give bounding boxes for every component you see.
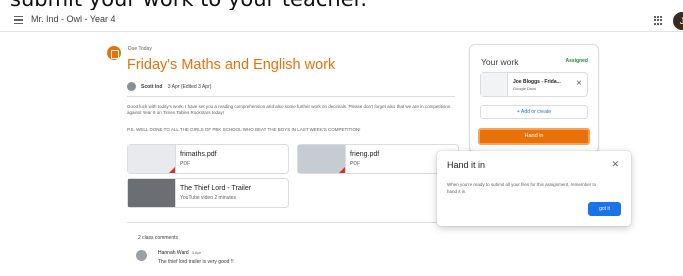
- attached-file[interactable]: Joe Bloggs - Frida... Google Docs ×: [480, 72, 588, 97]
- attachment-name: The Thief Lord - Trailer: [180, 185, 252, 192]
- assignment-note: P.S. WELL DONE TO ALL THE GIRLS OF PBK S…: [127, 127, 361, 132]
- user-avatar[interactable]: J: [673, 12, 683, 30]
- class-comments-label[interactable]: 2 class comments: [138, 235, 178, 241]
- comments-divider: [127, 222, 455, 223]
- commenter-avatar: [136, 250, 147, 261]
- doc-thumbnail: [481, 73, 508, 96]
- menu-icon[interactable]: [14, 16, 23, 25]
- attachment-type: PDF: [350, 161, 360, 167]
- dialog-body: When you're ready to submit all your fil…: [447, 182, 597, 194]
- comment-author: Hannah Ward: [158, 250, 189, 256]
- comment-author-line: Hannah Ward 3 Apr: [158, 250, 201, 256]
- class-title[interactable]: Mr. Ind - Owl - Year 4: [31, 14, 116, 24]
- attachment-type: YouTube video 2 minutes: [180, 195, 237, 201]
- pdf-thumbnail: [128, 145, 176, 173]
- assignment-icon: [107, 46, 121, 60]
- attachment-name: frimaths.pdf: [180, 151, 217, 158]
- apps-grid-icon[interactable]: [654, 16, 663, 25]
- header-divider: [127, 96, 455, 97]
- assignment-title: Friday's Maths and English work: [127, 57, 336, 73]
- your-work-title: Your work: [481, 57, 519, 67]
- comment-date: 3 Apr: [191, 250, 202, 255]
- video-thumbnail: [128, 179, 176, 207]
- attachment-card[interactable]: frieng.pdf PDF: [297, 144, 459, 174]
- add-or-create-button[interactable]: + Add or create: [480, 105, 588, 119]
- author-avatar: [127, 82, 136, 91]
- dialog-title: Hand it in: [447, 160, 486, 170]
- attachment-card[interactable]: frimaths.pdf PDF: [127, 144, 289, 174]
- author-line: Scott Ind 3 Apr (Edited 3 Apr): [141, 84, 211, 90]
- attached-file-name: Joe Bloggs - Frida...: [513, 79, 561, 85]
- pdf-thumbnail: [298, 145, 346, 173]
- attachment-name: frieng.pdf: [350, 151, 380, 158]
- assigned-status: Assigned: [565, 58, 588, 64]
- attachment-card[interactable]: The Thief Lord - Trailer YouTube video 2…: [127, 178, 289, 208]
- top-app-bar: Mr. Ind - Owl - Year 4 J: [0, 10, 683, 32]
- your-work-card: Your work Assigned Joe Bloggs - Frida...…: [469, 44, 599, 153]
- comment-text: The thief lord trailer is very good !!: [158, 259, 234, 265]
- author-name: Scott Ind: [141, 84, 163, 90]
- post-date: 3 Apr (Edited 3 Apr): [167, 84, 212, 90]
- due-label: Due Today: [128, 46, 152, 52]
- hand-in-tooltip-dialog: Hand it in ✕ When you're ready to submit…: [437, 151, 631, 226]
- remove-file-icon[interactable]: ×: [576, 79, 582, 89]
- close-icon[interactable]: ✕: [611, 159, 619, 170]
- attached-file-type: Google Docs: [513, 86, 537, 91]
- got-it-button[interactable]: got it: [588, 202, 621, 216]
- attachment-type: PDF: [180, 161, 190, 167]
- assignment-description: Good luck with today's work. I have set …: [127, 104, 451, 115]
- hand-in-button[interactable]: Hand in: [478, 128, 590, 145]
